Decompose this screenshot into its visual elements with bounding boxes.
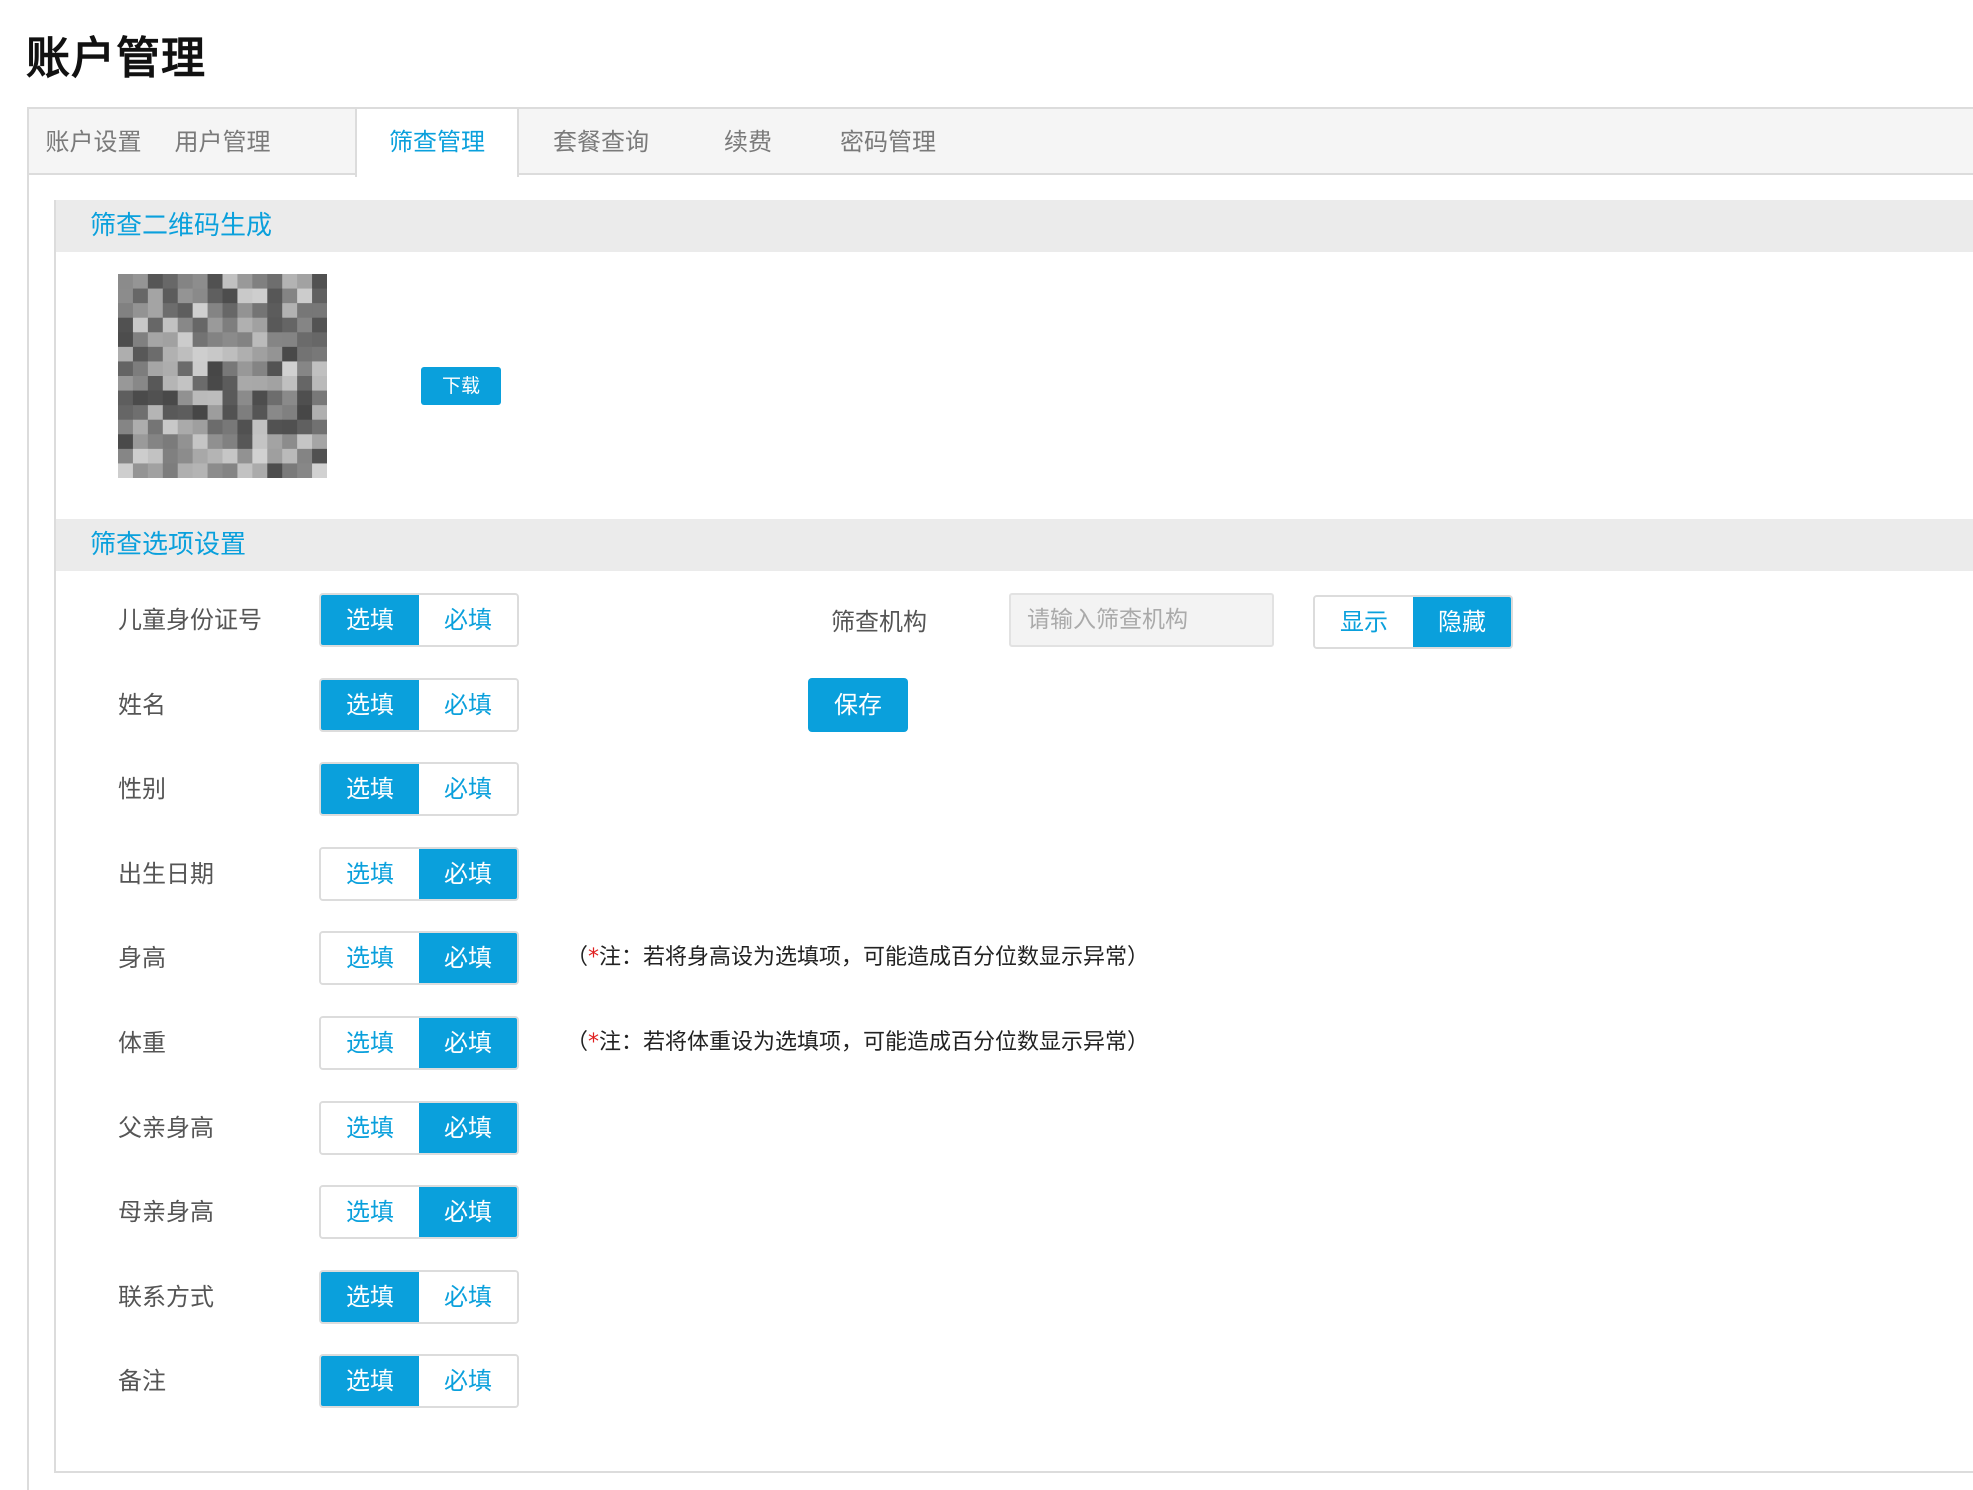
optional-option[interactable]: 选填 [321, 1018, 419, 1068]
option-row-label: 姓名 [118, 691, 166, 719]
save-button[interactable]: 保存 [808, 678, 908, 732]
optional-option[interactable]: 选填 [321, 933, 419, 983]
option-row-toggle: 选填 必填 [319, 931, 519, 985]
tab-password-management[interactable]: 密码管理 [813, 109, 963, 175]
hide-option[interactable]: 隐藏 [1413, 597, 1511, 647]
option-row-label: 性别 [118, 775, 166, 803]
account-panel: 账户设置 用户管理 筛查管理 套餐查询 续费 密码管理 筛查二维码生成 下载 筛… [27, 107, 1973, 1490]
note-text: 注：若将身高设为选填项，可能造成百分位数显示异常） [599, 945, 1150, 970]
qr-code-image [118, 274, 328, 479]
option-row-label: 联系方式 [118, 1283, 214, 1311]
required-option[interactable]: 必填 [419, 1103, 517, 1153]
options-section-header: 筛查选项设置 [56, 519, 1973, 571]
required-option[interactable]: 必填 [419, 764, 517, 814]
optional-option[interactable]: 选填 [321, 1356, 419, 1406]
option-row-toggle: 选填 必填 [319, 1185, 519, 1239]
required-option[interactable]: 必填 [419, 680, 517, 730]
screening-content: 筛查二维码生成 下载 筛查选项设置 儿童身份证号 选填 必填 姓名 选填 必填 性别 选填 必填… [54, 200, 1973, 1473]
option-row-toggle: 选填 必填 [319, 678, 519, 732]
option-row-toggle: 选填 必填 [319, 847, 519, 901]
note-paren: （ [566, 945, 589, 970]
tab-user-management[interactable]: 用户管理 [158, 109, 287, 175]
tab-renewal[interactable]: 续费 [683, 109, 813, 175]
institution-label: 筛查机构 [831, 608, 927, 636]
note-paren: （ [566, 1030, 589, 1055]
note-asterisk: * [588, 945, 600, 970]
tab-bar: 账户设置 用户管理 筛查管理 套餐查询 续费 密码管理 [29, 109, 1973, 177]
option-row-toggle: 选填 必填 [319, 1101, 519, 1155]
option-row-toggle: 选填 必填 [319, 593, 519, 647]
qr-section-title: 筛查二维码生成 [90, 211, 273, 241]
page-title: 账户管理 [26, 33, 206, 84]
required-option[interactable]: 必填 [419, 933, 517, 983]
required-option[interactable]: 必填 [419, 595, 517, 645]
optional-option[interactable]: 选填 [321, 1187, 419, 1237]
note-text: 注：若将体重设为选填项，可能造成百分位数显示异常） [599, 1030, 1150, 1055]
option-row-label: 备注 [118, 1367, 166, 1395]
option-row-note: （*注：若将身高设为选填项，可能造成百分位数显示异常） [566, 931, 1149, 985]
option-row-label: 母亲身高 [118, 1198, 214, 1226]
option-row-label: 身高 [118, 944, 166, 972]
required-option[interactable]: 必填 [419, 849, 517, 899]
required-option[interactable]: 必填 [419, 1018, 517, 1068]
note-asterisk: * [588, 1030, 600, 1055]
optional-option[interactable]: 选填 [321, 764, 419, 814]
tab-screening-management[interactable]: 筛查管理 [355, 109, 519, 177]
institution-input[interactable] [1009, 593, 1274, 647]
option-row-toggle: 选填 必填 [319, 762, 519, 816]
option-row-label: 体重 [118, 1029, 166, 1057]
qr-section-header: 筛查二维码生成 [56, 200, 1973, 252]
show-option[interactable]: 显示 [1315, 597, 1413, 647]
download-qr-button[interactable]: 下载 [421, 367, 501, 405]
optional-option[interactable]: 选填 [321, 680, 419, 730]
option-row-label: 儿童身份证号 [118, 606, 262, 634]
tab-account-settings[interactable]: 账户设置 [29, 109, 158, 175]
institution-visibility-toggle: 显示 隐藏 [1313, 595, 1513, 649]
optional-option[interactable]: 选填 [321, 849, 419, 899]
optional-option[interactable]: 选填 [321, 1103, 419, 1153]
options-section-title: 筛查选项设置 [90, 530, 247, 560]
option-row-note: （*注：若将体重设为选填项，可能造成百分位数显示异常） [566, 1016, 1149, 1070]
option-row-label: 父亲身高 [118, 1114, 214, 1142]
option-row-label: 出生日期 [118, 860, 214, 888]
required-option[interactable]: 必填 [419, 1272, 517, 1322]
optional-option[interactable]: 选填 [321, 1272, 419, 1322]
option-row-toggle: 选填 必填 [319, 1270, 519, 1324]
optional-option[interactable]: 选填 [321, 595, 419, 645]
required-option[interactable]: 必填 [419, 1187, 517, 1237]
option-row-toggle: 选填 必填 [319, 1354, 519, 1408]
tab-package-query[interactable]: 套餐查询 [519, 109, 683, 175]
required-option[interactable]: 必填 [419, 1356, 517, 1406]
option-row-toggle: 选填 必填 [319, 1016, 519, 1070]
